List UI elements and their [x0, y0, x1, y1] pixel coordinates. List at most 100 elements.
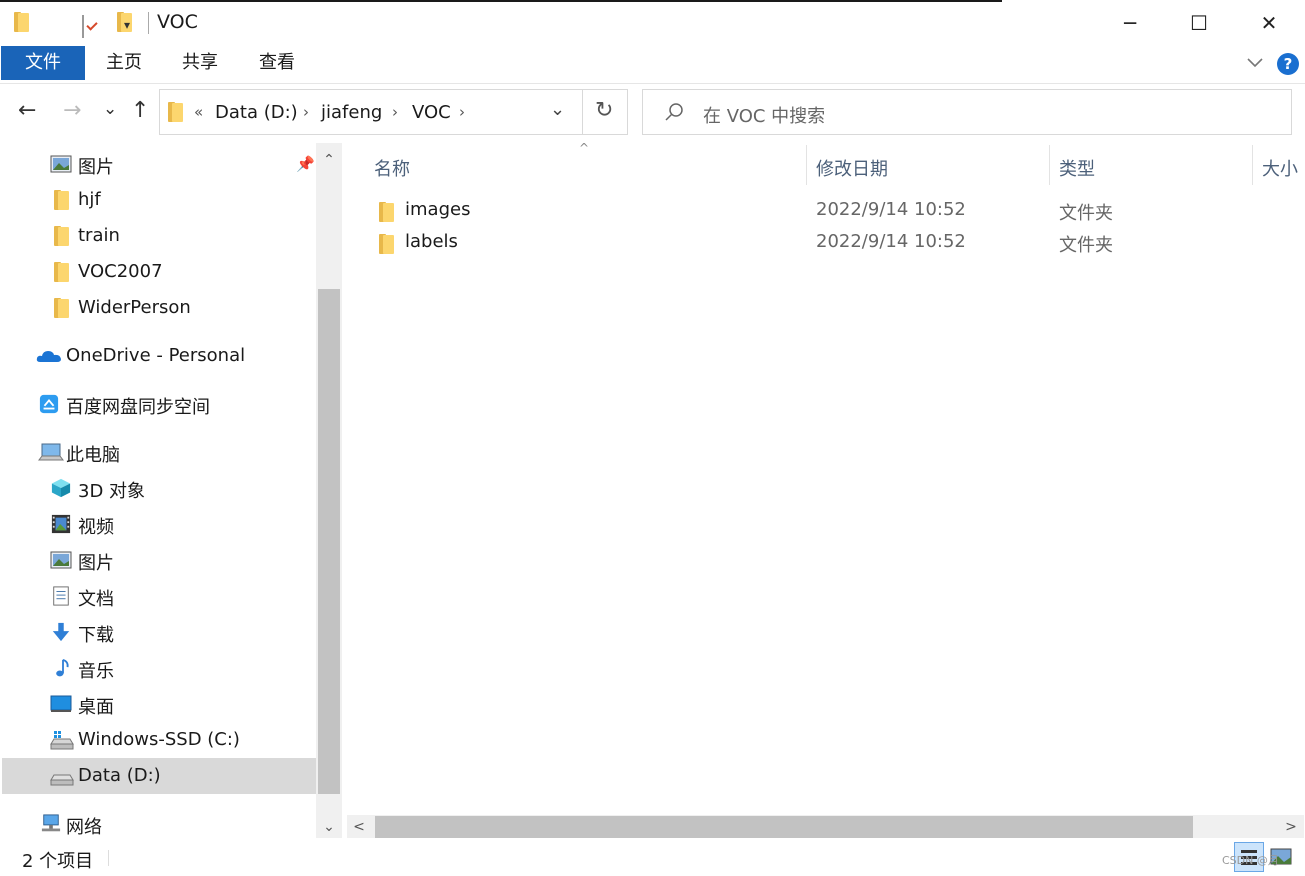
back-button[interactable]: ←: [18, 98, 36, 123]
address-bar[interactable]: « Data (D:) › jiafeng › VOC › ⌄ ↻: [159, 89, 628, 135]
pictures-icon: [50, 551, 72, 569]
ribbon: 文件 主页 共享 查看 ?: [0, 46, 1305, 84]
refresh-button[interactable]: ↻: [595, 98, 613, 123]
horizontal-scrollbar[interactable]: < >: [347, 815, 1304, 839]
videos-icon: [51, 514, 71, 534]
column-divider[interactable]: [806, 145, 807, 185]
pictures-icon: [50, 155, 72, 173]
tab-file[interactable]: 文件: [1, 46, 85, 80]
nav-item-train[interactable]: train: [2, 218, 316, 254]
file-name: images: [405, 199, 471, 220]
maximize-button[interactable]: ☐: [1164, 0, 1234, 46]
forward-button[interactable]: →: [63, 98, 81, 123]
tab-view[interactable]: 查看: [245, 46, 309, 80]
navigation-pane: 图片 📌 hjf train VOC2007 WiderPerson OneDr…: [0, 143, 316, 838]
recent-locations-button[interactable]: ⌄: [103, 99, 117, 119]
breadcrumb-voc[interactable]: VOC: [412, 102, 451, 123]
desktop-icon: [50, 695, 72, 712]
nav-item-network[interactable]: 网络: [2, 806, 316, 838]
column-header-size[interactable]: 大小: [1262, 155, 1298, 181]
breadcrumb-separator[interactable]: ›: [459, 103, 465, 121]
nav-item-desktop[interactable]: 桌面: [2, 686, 316, 722]
navigation-scrollbar[interactable]: ⌃ ⌄: [316, 143, 342, 838]
column-divider[interactable]: [1049, 145, 1050, 185]
nav-item-hjf[interactable]: hjf: [2, 182, 316, 218]
nav-item-documents[interactable]: 文档: [2, 578, 316, 614]
file-row-images[interactable]: images 2022/9/14 10:52 文件夹: [371, 196, 1271, 226]
nav-item-music[interactable]: 音乐: [2, 650, 316, 686]
nav-item-label: 文档: [78, 589, 114, 610]
file-name: labels: [405, 231, 458, 252]
nav-item-label: 3D 对象: [78, 481, 146, 502]
nav-item-label: 图片: [78, 553, 114, 574]
overflow-chevron[interactable]: «: [194, 103, 203, 121]
3d-objects-icon: [51, 478, 71, 498]
onedrive-icon: [36, 351, 61, 362]
properties-icon[interactable]: [81, 15, 84, 38]
horizontal-scroll-thumb[interactable]: [375, 816, 1193, 838]
tab-share[interactable]: 共享: [168, 46, 232, 80]
nav-item-widerperson[interactable]: WiderPerson: [2, 290, 316, 326]
status-separator: [108, 850, 109, 866]
nav-item-drive-d[interactable]: Data (D:): [2, 758, 316, 794]
folder-icon: [379, 234, 395, 254]
nav-item-label: WiderPerson: [78, 297, 191, 318]
title-top-border: [0, 0, 1002, 2]
breadcrumb-jiafeng[interactable]: jiafeng: [321, 102, 382, 123]
nav-item-this-pc[interactable]: 此电脑: [2, 434, 316, 470]
breadcrumb-separator[interactable]: ›: [303, 103, 309, 121]
nav-item-3d-objects[interactable]: 3D 对象: [2, 470, 316, 506]
nav-item-downloads[interactable]: 下载: [2, 614, 316, 650]
help-icon[interactable]: ?: [1277, 53, 1299, 75]
nav-item-label: 此电脑: [66, 445, 120, 466]
search-input[interactable]: 在 VOC 中搜索: [703, 102, 825, 128]
file-date: 2022/9/14 10:52: [816, 199, 966, 220]
tab-home[interactable]: 主页: [92, 46, 156, 80]
nav-item-baidu-netdisk[interactable]: 百度网盘同步空间: [2, 386, 316, 422]
nav-item-label: train: [78, 225, 120, 246]
nav-item-pictures-pinned[interactable]: 图片 📌: [2, 146, 316, 182]
nav-item-label: Windows-SSD (C:): [78, 729, 240, 750]
nav-item-label: OneDrive - Personal: [66, 345, 246, 366]
folder-icon: [168, 102, 184, 122]
nav-item-label: hjf: [78, 189, 101, 210]
search-box[interactable]: 在 VOC 中搜索: [642, 89, 1292, 135]
nav-item-label: 下载: [78, 625, 114, 646]
file-row-labels[interactable]: labels 2022/9/14 10:52 文件夹: [371, 228, 1271, 258]
nav-item-label: 百度网盘同步空间: [66, 397, 210, 418]
breadcrumb-separator[interactable]: ›: [392, 103, 398, 121]
close-button[interactable]: ✕: [1234, 0, 1304, 46]
scroll-down-button[interactable]: ⌄: [316, 814, 342, 840]
file-date: 2022/9/14 10:52: [816, 231, 966, 252]
minimize-button[interactable]: ─: [1095, 0, 1165, 46]
nav-item-label: 视频: [78, 517, 114, 538]
nav-item-pictures[interactable]: 图片: [2, 542, 316, 578]
expand-ribbon-icon[interactable]: [1245, 52, 1265, 72]
scroll-right-button[interactable]: >: [1279, 815, 1303, 839]
pin-icon[interactable]: 📌: [296, 155, 315, 173]
up-button[interactable]: ↑: [131, 98, 149, 123]
address-dropdown-button[interactable]: ⌄: [550, 99, 565, 120]
file-type: 文件夹: [1059, 235, 1113, 256]
folder-icon: [379, 202, 395, 222]
scroll-up-button[interactable]: ⌃: [316, 147, 342, 173]
nav-item-onedrive[interactable]: OneDrive - Personal: [2, 338, 316, 374]
column-divider[interactable]: [1252, 145, 1253, 185]
baidu-netdisk-icon: [39, 394, 59, 414]
scroll-thumb[interactable]: [318, 289, 340, 794]
breadcrumb-data-d[interactable]: Data (D:): [215, 102, 298, 123]
sort-indicator: ^: [579, 141, 590, 155]
watermark: CSDN @月: [1222, 854, 1279, 867]
column-header-date-modified[interactable]: 修改日期: [816, 155, 888, 181]
file-list: ^ 名称 修改日期 类型 大小 images 2022/9/14 10:52 文…: [343, 141, 1305, 838]
nav-item-voc2007[interactable]: VOC2007: [2, 254, 316, 290]
folder-icon: [54, 190, 76, 210]
quick-access-dropdown[interactable]: ▾: [124, 18, 130, 32]
column-header-name[interactable]: 名称: [374, 155, 410, 181]
title-bar: ▾ VOC ─ ☐ ✕: [0, 0, 1305, 46]
nav-item-videos[interactable]: 视频: [2, 506, 316, 542]
nav-item-drive-c[interactable]: Windows-SSD (C:): [2, 722, 316, 758]
column-header-type[interactable]: 类型: [1059, 155, 1095, 181]
music-icon: [56, 658, 69, 677]
scroll-left-button[interactable]: <: [347, 815, 371, 839]
